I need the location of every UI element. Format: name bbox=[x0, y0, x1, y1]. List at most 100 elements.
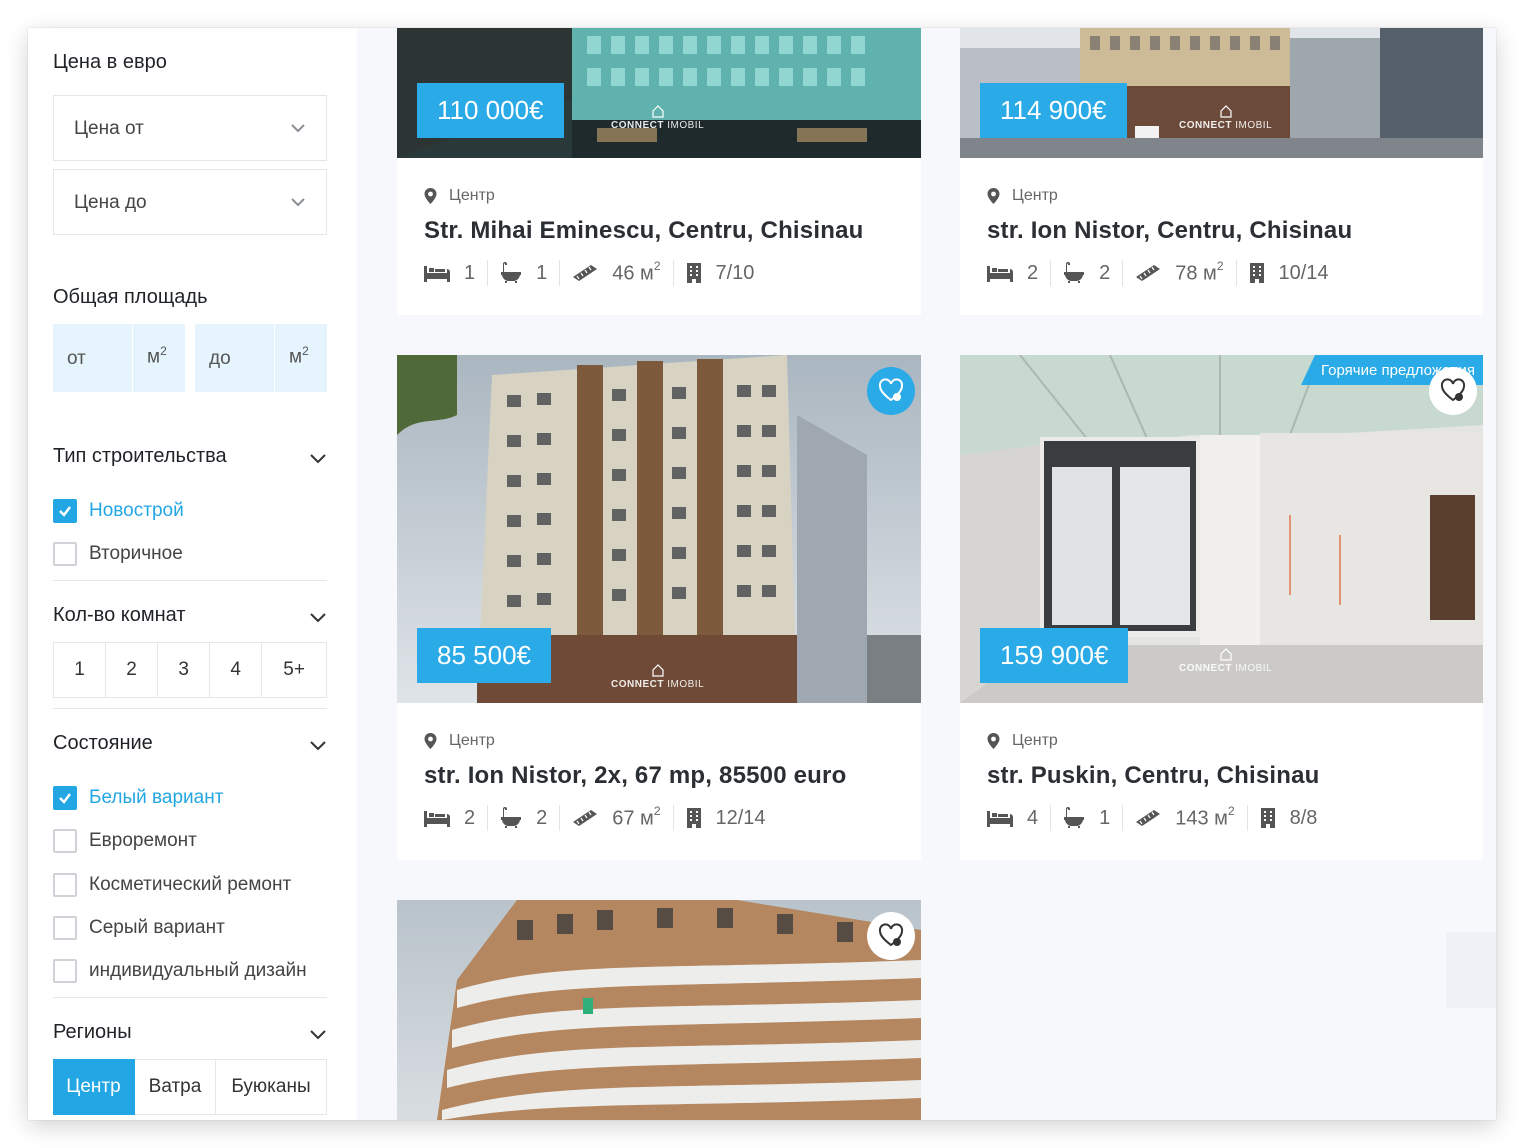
condition-title: Состояние bbox=[53, 732, 153, 754]
rooms-option-1[interactable]: 1 bbox=[54, 643, 107, 697]
location-pin-icon bbox=[424, 733, 437, 749]
side-tab[interactable] bbox=[1446, 932, 1496, 1008]
listing-card[interactable] bbox=[397, 900, 921, 1120]
area: 78 м2 bbox=[1135, 259, 1224, 286]
listing-features: 2 2 78 м2 10/14 bbox=[987, 259, 1329, 286]
listing-photo[interactable]: Горячие предложения 159 900€ CONNECT IMO… bbox=[960, 355, 1483, 703]
floor: 8/8 bbox=[1260, 807, 1317, 830]
heart-icon bbox=[878, 923, 904, 947]
feature-divider bbox=[559, 805, 561, 831]
area-unit: м2 bbox=[147, 344, 167, 368]
chevron-down-icon[interactable] bbox=[308, 607, 328, 627]
building-photo bbox=[397, 900, 921, 1120]
listing-card[interactable]: 85 500€ CONNECT IMOBIL Центр str. Ion Ni… bbox=[397, 355, 921, 860]
listing-photo[interactable]: 85 500€ CONNECT IMOBIL bbox=[397, 355, 921, 703]
region-centru[interactable]: Центр bbox=[53, 1059, 135, 1115]
price-to-select[interactable]: Цена до bbox=[53, 169, 327, 235]
bed-icon bbox=[424, 266, 450, 282]
area: 143 м2 bbox=[1135, 804, 1235, 831]
checkbox-euro-renovation[interactable]: Евроремонт bbox=[53, 828, 197, 854]
chevron-down-icon[interactable] bbox=[308, 735, 328, 755]
checkbox-box bbox=[53, 959, 77, 983]
listing-location: Центр bbox=[424, 187, 495, 205]
bathrooms: 1 bbox=[500, 262, 547, 285]
house-icon bbox=[651, 105, 664, 118]
listing-address[interactable]: Str. Mihai Eminescu, Centru, Chisinau bbox=[424, 217, 863, 245]
unit-divider bbox=[132, 324, 133, 392]
checkbox-box bbox=[53, 829, 77, 853]
bathrooms: 1 bbox=[1063, 807, 1110, 830]
chevron-down-icon bbox=[288, 118, 308, 138]
checkbox-cosmetic-renovation[interactable]: Косметический ремонт bbox=[53, 872, 291, 898]
listing-features: 4 1 143 м2 8/8 bbox=[987, 804, 1317, 831]
build-type-title: Тип строительства bbox=[53, 445, 227, 467]
bath-icon bbox=[1064, 807, 1085, 828]
ruler-icon bbox=[1136, 265, 1161, 281]
region-buiucani[interactable]: Буюканы bbox=[216, 1059, 327, 1115]
regions-selector: Центр Ватра Буюканы bbox=[53, 1059, 327, 1115]
bedrooms: 2 bbox=[987, 262, 1038, 285]
bath-icon bbox=[1064, 262, 1085, 283]
rooms-option-3[interactable]: 3 bbox=[158, 643, 211, 697]
listing-photo[interactable]: 114 900€ CONNECT IMOBIL bbox=[960, 28, 1483, 158]
listing-card[interactable]: 110 000€ CONNECT IMOBIL Центр Str. Mihai… bbox=[397, 28, 921, 315]
area-to-input[interactable]: до м2 bbox=[195, 324, 327, 392]
price-to-label: Цена до bbox=[74, 192, 147, 213]
feature-divider bbox=[1050, 805, 1052, 831]
listing-address[interactable]: str. Puskin, Centru, Chisinau bbox=[987, 762, 1320, 790]
checkbox-grey-finish[interactable]: Серый вариант bbox=[53, 915, 225, 941]
rooms-option-5-plus[interactable]: 5+ bbox=[262, 643, 326, 697]
favorite-button[interactable] bbox=[867, 912, 915, 960]
listing-address[interactable]: str. Ion Nistor, Centru, Chisinau bbox=[987, 217, 1352, 245]
region-vatra[interactable]: Ватра bbox=[135, 1059, 216, 1115]
listing-address[interactable]: str. Ion Nistor, 2x, 67 mp, 85500 euro bbox=[424, 762, 846, 790]
ruler-icon bbox=[573, 810, 598, 826]
feature-divider bbox=[672, 260, 674, 286]
rooms-selector: 1 2 3 4 5+ bbox=[53, 642, 327, 698]
checkbox-box bbox=[53, 542, 77, 566]
area-from-placeholder: от bbox=[67, 348, 86, 369]
rooms-option-4[interactable]: 4 bbox=[210, 643, 263, 697]
favorite-button[interactable] bbox=[1429, 367, 1477, 415]
bedrooms: 2 bbox=[424, 807, 475, 830]
listing-card[interactable]: 114 900€ CONNECT IMOBIL Центр str. Ion N… bbox=[960, 28, 1483, 315]
chevron-down-icon[interactable] bbox=[308, 448, 328, 468]
checkbox-individual-design[interactable]: индивидуальный дизайн bbox=[53, 958, 307, 984]
listing-photo[interactable] bbox=[397, 900, 921, 1120]
price-tag: 110 000€ bbox=[417, 83, 564, 138]
feature-divider bbox=[672, 805, 674, 831]
bath-icon bbox=[501, 262, 522, 283]
bed-icon bbox=[424, 811, 450, 827]
listing-features: 1 1 46 м2 7/10 bbox=[424, 259, 754, 286]
rooms-option-2[interactable]: 2 bbox=[106, 643, 159, 697]
feature-divider bbox=[1050, 260, 1052, 286]
price-from-select[interactable]: Цена от bbox=[53, 95, 327, 161]
listing-location: Центр bbox=[987, 187, 1058, 205]
favorite-button[interactable] bbox=[867, 367, 915, 415]
checkbox-new-build[interactable]: Новострой bbox=[53, 498, 184, 524]
heart-icon bbox=[878, 378, 904, 402]
checkbox-secondary[interactable]: Вторичное bbox=[53, 541, 183, 567]
feature-divider bbox=[487, 805, 489, 831]
checkbox-label: Евроремонт bbox=[89, 830, 197, 851]
price-tag: 85 500€ bbox=[417, 628, 551, 683]
building-icon bbox=[686, 808, 701, 828]
checkbox-white-finish[interactable]: Белый вариант bbox=[53, 785, 223, 811]
location-pin-icon bbox=[424, 188, 437, 204]
checkbox-box bbox=[53, 873, 77, 897]
area-to-placeholder: до bbox=[209, 348, 231, 369]
check-icon bbox=[53, 786, 77, 810]
ruler-icon bbox=[1136, 810, 1161, 826]
area-from-input[interactable]: от м2 bbox=[53, 324, 185, 392]
chevron-down-icon[interactable] bbox=[308, 1024, 328, 1044]
listing-card[interactable]: Горячие предложения 159 900€ CONNECT IMO… bbox=[960, 355, 1483, 860]
price-from-label: Цена от bbox=[74, 118, 144, 139]
price-tag: 114 900€ bbox=[980, 83, 1127, 138]
listing-features: 2 2 67 м2 12/14 bbox=[424, 804, 766, 831]
feature-divider bbox=[1122, 260, 1124, 286]
floor: 10/14 bbox=[1249, 262, 1329, 285]
price-tag: 159 900€ bbox=[980, 628, 1129, 683]
brand-watermark: CONNECT IMOBIL bbox=[1179, 104, 1272, 131]
listing-photo[interactable]: 110 000€ CONNECT IMOBIL bbox=[397, 28, 921, 158]
listing-location: Центр bbox=[987, 732, 1058, 750]
